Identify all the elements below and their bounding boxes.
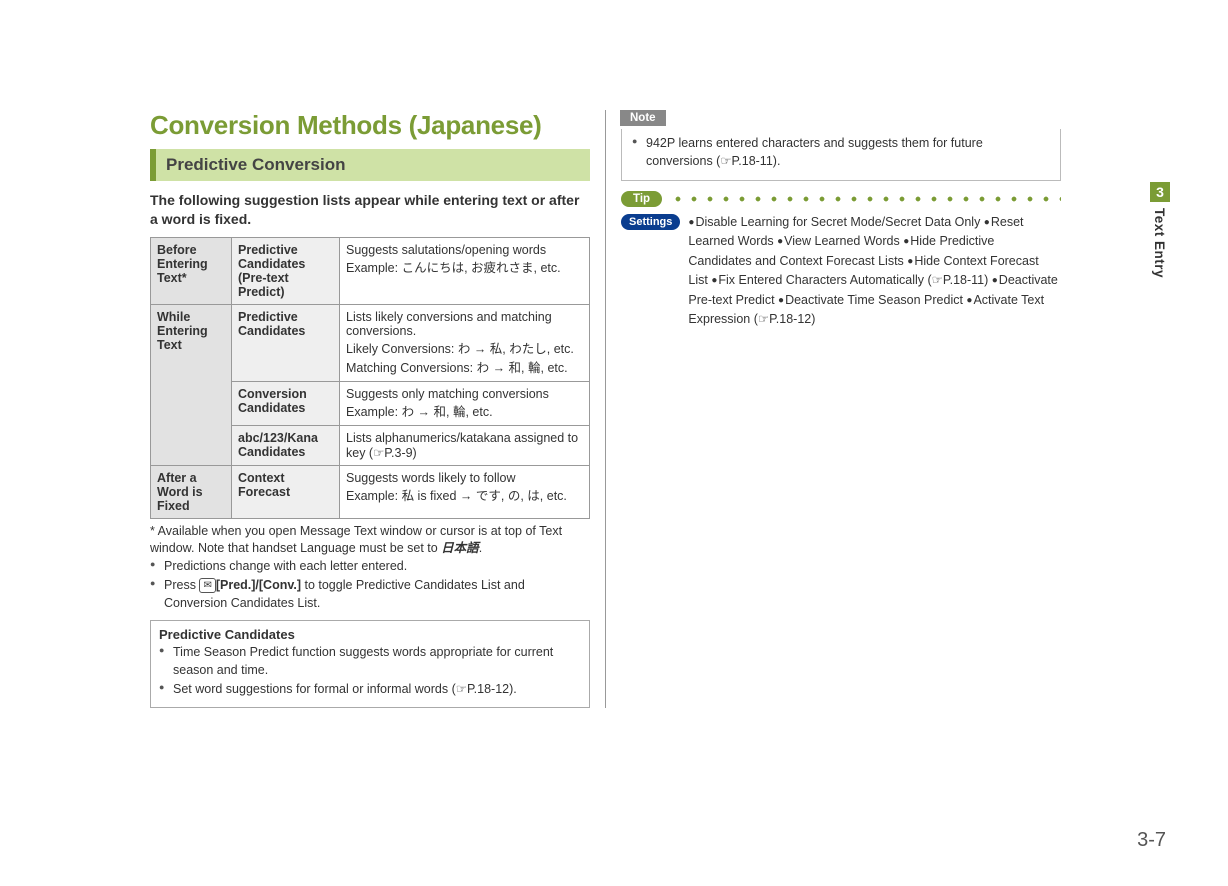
note-bullet: 942P learns entered characters and sugge… (632, 135, 1050, 170)
note-tag: Note (620, 110, 666, 126)
desc-predictive: Lists likely conversions and matching co… (340, 304, 590, 381)
settings-list: ●Disable Learning for Secret Mode/Secret… (688, 213, 1061, 329)
chapter-side-tab: 3 Text Entry (1150, 182, 1170, 278)
box-bullet-1: Time Season Predict function suggests wo… (159, 644, 581, 679)
footnote: * Available when you open Message Text w… (150, 523, 590, 558)
section-heading: Predictive Conversion (150, 149, 590, 181)
desc-conversion: Suggests only matching conversions Examp… (340, 381, 590, 425)
desc-pretext: Suggests salutations/opening words Examp… (340, 237, 590, 304)
type-abc123: abc/123/Kana Candidates (232, 425, 340, 465)
box-title: Predictive Candidates (159, 627, 581, 642)
intro-text: The following suggestion lists appear wh… (150, 191, 590, 229)
type-pretext: Predictive Candidates (Pre-text Predict) (232, 237, 340, 304)
bullet-press-toggle: Press ✉[Pred.]/[Conv.] to toggle Predict… (150, 577, 590, 612)
page-number: 3-7 (1137, 829, 1166, 852)
phase-after: After a Word is Fixed (151, 465, 232, 518)
conversion-table: Before Entering Text* Predictive Candida… (150, 237, 590, 519)
tip-tag: Tip (621, 191, 662, 207)
box-bullet-2: Set word suggestions for formal or infor… (159, 681, 581, 699)
desc-abc123: Lists alphanumerics/katakana assigned to… (340, 425, 590, 465)
predictive-candidates-box: Predictive Candidates Time Season Predic… (150, 620, 590, 708)
chapter-number: 3 (1150, 182, 1170, 202)
type-conversion: Conversion Candidates (232, 381, 340, 425)
desc-context: Suggests words likely to follow Example:… (340, 465, 590, 518)
type-context: Context Forecast (232, 465, 340, 518)
settings-tag: Settings (621, 214, 680, 230)
chapter-label: Text Entry (1152, 208, 1167, 278)
note-box: 942P learns entered characters and sugge… (621, 129, 1061, 181)
bullet-predictions-change: Predictions change with each letter ente… (150, 558, 590, 576)
page-title: Conversion Methods (Japanese) (150, 110, 590, 141)
phase-while: While Entering Text (151, 304, 232, 465)
tip-dots-decoration (670, 196, 1061, 202)
phase-before: Before Entering Text* (151, 237, 232, 304)
type-predictive: Predictive Candidates (232, 304, 340, 381)
mail-key-icon: ✉ (199, 578, 215, 593)
